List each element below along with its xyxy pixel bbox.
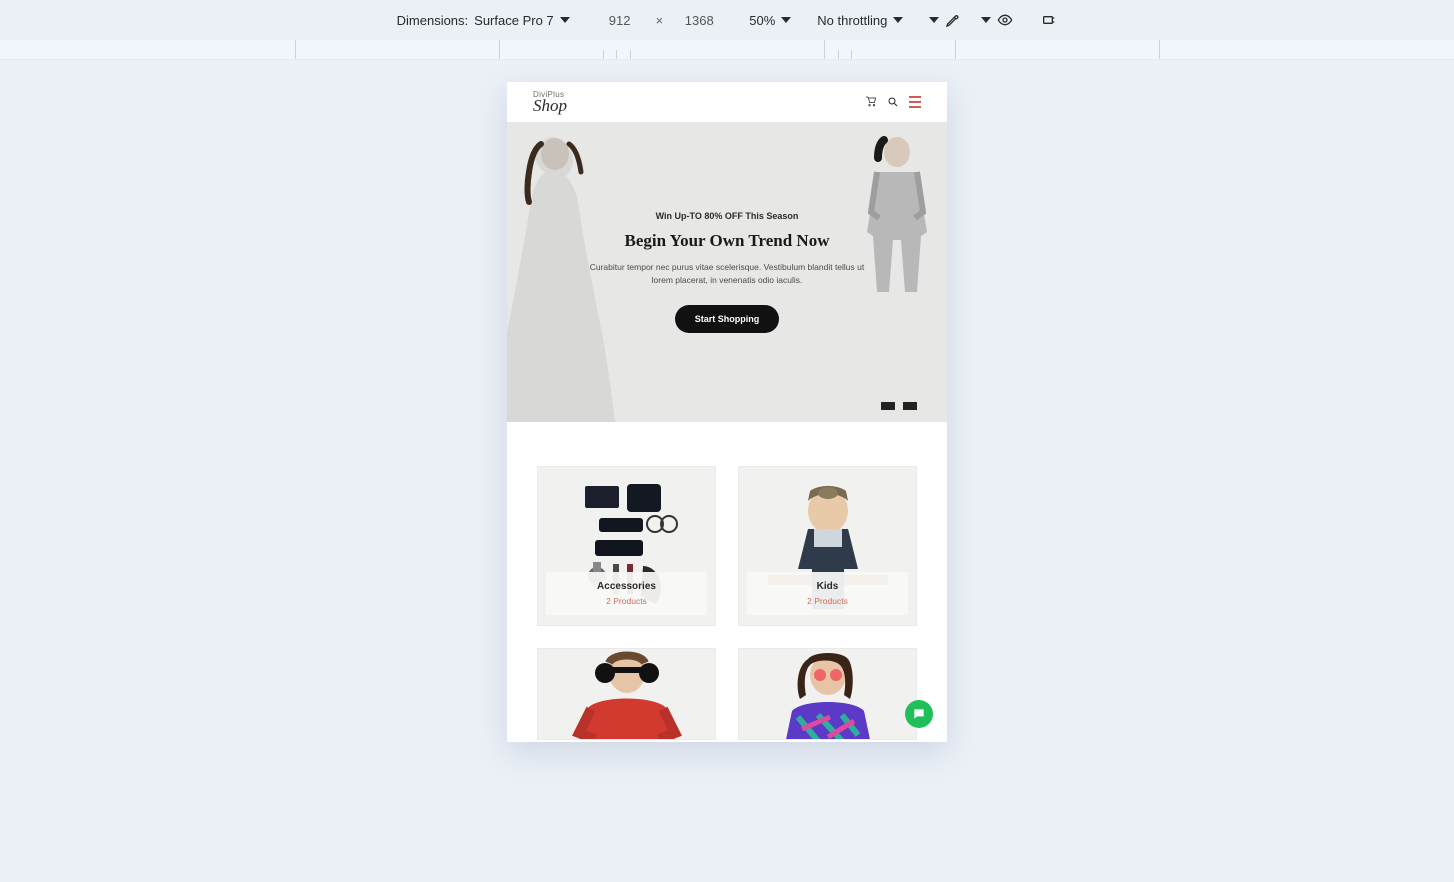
category-card-accessories[interactable]: Accessories 2 Products [537, 466, 716, 626]
hero-section: Win Up-TO 80% OFF This Season Begin Your… [507, 122, 947, 422]
header-actions [865, 95, 921, 110]
category-card-partial[interactable] [537, 648, 716, 740]
category-overlay: Accessories 2 Products [546, 572, 707, 615]
category-count: 2 Products [550, 596, 703, 606]
category-grid: Accessories 2 Products [507, 422, 947, 740]
category-title: Accessories [550, 581, 703, 592]
more-options-icon[interactable] [1041, 12, 1057, 28]
hero-copy: Win Up-TO 80% OFF This Season Begin Your… [577, 211, 877, 333]
chevron-down-icon [781, 17, 791, 23]
category-title: Kids [751, 581, 904, 592]
dimensions-inputs: 912 × 1368 [596, 13, 724, 28]
search-icon[interactable] [887, 96, 899, 108]
throttling-value: No throttling [817, 13, 887, 28]
category-thumb [538, 649, 715, 739]
height-input[interactable]: 1368 [675, 13, 723, 28]
chevron-down-icon[interactable] [929, 17, 939, 23]
hero-title: Begin Your Own Trend Now [587, 231, 867, 251]
device-name: Surface Pro 7 [474, 13, 554, 28]
site-header: DiviPlus Shop [507, 82, 947, 122]
chevron-down-icon [893, 17, 903, 23]
chevron-down-icon[interactable] [981, 17, 991, 23]
category-overlay: Kids 2 Products [747, 572, 908, 615]
device-frame: DiviPlus Shop [507, 82, 947, 742]
category-card-partial[interactable] [738, 648, 917, 740]
eyedropper-icon[interactable] [945, 12, 961, 28]
device-select[interactable]: Dimensions: Surface Pro 7 [397, 13, 570, 28]
cart-icon[interactable] [865, 96, 877, 108]
throttling-select[interactable]: No throttling [817, 13, 903, 28]
hero-eyebrow: Win Up-TO 80% OFF This Season [587, 211, 867, 221]
ruler [0, 40, 1454, 60]
start-shopping-button[interactable]: Start Shopping [675, 305, 780, 333]
device-viewport-area: DiviPlus Shop [0, 60, 1454, 882]
width-input[interactable]: 912 [596, 13, 644, 28]
toolbar-extra-controls [929, 12, 1057, 28]
zoom-value: 50% [749, 13, 775, 28]
devtools-device-toolbar: Dimensions: Surface Pro 7 912 × 1368 50%… [0, 0, 1454, 40]
chat-fab[interactable] [905, 700, 933, 728]
times-icon: × [656, 13, 664, 28]
category-card-kids[interactable]: Kids 2 Products [738, 466, 917, 626]
zoom-select[interactable]: 50% [749, 13, 791, 28]
category-count: 2 Products [751, 596, 904, 606]
site-logo[interactable]: DiviPlus Shop [533, 91, 567, 114]
category-thumb [739, 649, 916, 739]
hero-body: Curabitur tempor nec purus vitae sceleri… [587, 261, 867, 287]
visibility-icon[interactable] [997, 12, 1013, 28]
chevron-down-icon [560, 17, 570, 23]
menu-icon[interactable] [909, 95, 921, 110]
dimensions-label: Dimensions: [397, 13, 469, 28]
logo-main-text: Shop [533, 97, 567, 114]
